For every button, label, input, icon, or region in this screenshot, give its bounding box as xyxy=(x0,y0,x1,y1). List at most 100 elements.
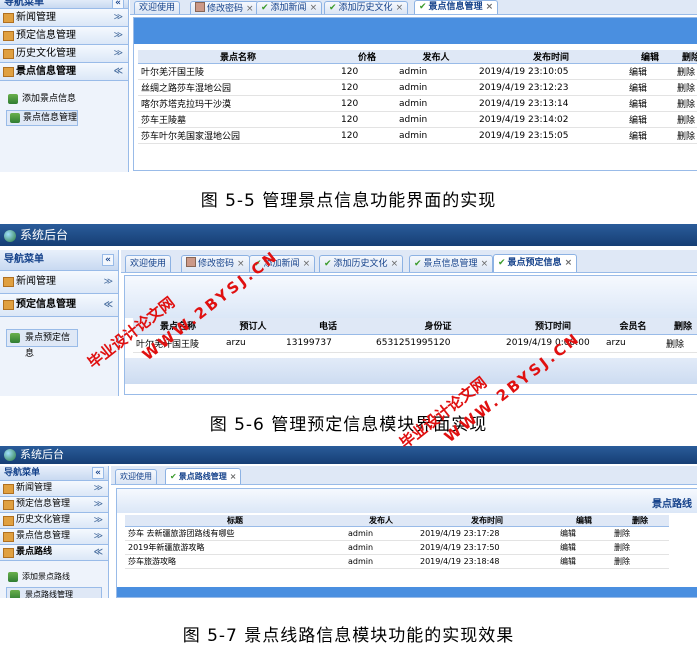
edit-link[interactable]: 编辑 xyxy=(626,111,674,128)
folder-icon xyxy=(3,48,14,59)
tab-welcome[interactable]: 欢迎使用 xyxy=(134,1,181,14)
col-header[interactable]: 景点名称 xyxy=(133,318,223,335)
tab-add-news[interactable]: ✔ 添加新闻 × xyxy=(249,255,316,272)
delete-link[interactable]: 删除 xyxy=(611,554,669,569)
table-row: 莎车叶尔羌国家湿地公园 120 admin 2019/4/19 23:15:05 编辑删… xyxy=(138,127,697,144)
tab-bar: 欢迎使用 修改密码 × ✔ 添加新闻 × ✔ 添加历史文化 × ✔ 景点信息管理 × ✔ 景点预… xyxy=(121,250,697,273)
close-icon[interactable]: × xyxy=(396,3,404,13)
col-header[interactable]: 删除 xyxy=(663,318,697,335)
delete-link[interactable]: 删除 xyxy=(611,526,669,541)
close-icon[interactable]: × xyxy=(303,259,311,269)
edit-link[interactable]: 编辑 xyxy=(626,79,674,96)
col-header[interactable]: 删除 xyxy=(611,515,669,527)
sidebar-item-routes[interactable]: 景点路线 ≪ xyxy=(0,545,108,561)
col-header[interactable]: 发布时间 xyxy=(476,50,626,64)
tab-spot-manage[interactable]: ✔ 景点信息管理 × xyxy=(409,255,494,272)
col-header[interactable]: 发布时间 xyxy=(417,515,557,527)
close-icon[interactable]: × xyxy=(486,2,494,12)
sidebar-item-spots[interactable]: 景点信息管理 ≪ xyxy=(0,63,128,81)
edit-link[interactable]: 编辑 xyxy=(626,127,674,144)
col-header[interactable]: 预订人 xyxy=(223,318,283,335)
col-header[interactable]: 发布人 xyxy=(396,50,476,64)
chevron-down-icon: ≫ xyxy=(113,12,123,22)
col-header[interactable]: 编辑 xyxy=(626,50,674,64)
panel-band xyxy=(125,276,697,318)
col-header[interactable]: 编辑 xyxy=(557,515,611,527)
tab-add-history[interactable]: ✔ 添加历史文化 × xyxy=(319,255,404,272)
tab-spot-manage[interactable]: ✔ 景点信息管理 × xyxy=(414,0,499,14)
sidebar-item-news[interactable]: 新闻管理 ≫ xyxy=(0,9,128,27)
edit-link[interactable]: 编辑 xyxy=(557,526,611,541)
close-icon[interactable]: × xyxy=(310,3,318,13)
edit-link[interactable]: 编辑 xyxy=(557,554,611,569)
close-icon[interactable]: × xyxy=(230,472,237,481)
tab-change-password[interactable]: 修改密码 × xyxy=(190,1,259,14)
sub-item-add-spot[interactable]: 添加景点信息 xyxy=(0,91,128,107)
sidebar-item-booking[interactable]: 预定信息管理 ≫ xyxy=(0,497,108,513)
tab-change-password[interactable]: 修改密码 × xyxy=(181,255,250,272)
close-icon[interactable]: × xyxy=(481,259,489,269)
sub-item-manage-spot[interactable]: 景点信息管理 xyxy=(6,110,78,126)
col-header[interactable]: 预订时间 xyxy=(503,318,603,335)
sidebar: 导航菜单 « 新闻管理 ≫ 预定信息管理 ≪ 景点预定信息 xyxy=(0,250,119,396)
grid-icon xyxy=(186,257,196,267)
sidebar-item-booking[interactable]: 预定信息管理 ≫ xyxy=(0,27,128,45)
col-header[interactable]: 标题 xyxy=(125,515,345,527)
sidebar-item-label: 预定信息管理 xyxy=(16,30,76,41)
tab-add-news[interactable]: ✔ 添加新闻 × xyxy=(256,1,323,14)
sidebar-item-news[interactable]: 新闻管理 ≫ xyxy=(0,271,118,294)
sidebar-item-news[interactable]: 新闻管理 ≫ xyxy=(0,481,108,497)
tab-add-history[interactable]: ✔ 添加历史文化 × xyxy=(324,1,409,14)
folder-icon xyxy=(3,531,14,542)
tab-welcome[interactable]: 欢迎使用 xyxy=(115,469,157,484)
col-header[interactable]: 身份证 xyxy=(373,318,503,335)
edit-link[interactable]: 编辑 xyxy=(626,95,674,112)
collapse-icon[interactable]: « xyxy=(112,0,124,9)
sidebar-item-label: 景点信息管理 xyxy=(16,531,71,541)
col-header[interactable]: 会员名 xyxy=(603,318,663,335)
grid-icon xyxy=(195,2,205,12)
nav-header: 导航菜单 « xyxy=(0,250,118,271)
nav-header-label: 导航菜单 xyxy=(4,0,44,8)
collapse-icon[interactable]: « xyxy=(102,254,114,266)
table-row: 叶尔羌汗国王陵 120 admin 2019/4/19 23:10:05 编辑 删除 xyxy=(138,63,697,80)
delete-link[interactable]: 删除 xyxy=(674,63,697,80)
col-header[interactable]: 景点名称 xyxy=(138,50,338,64)
delete-link[interactable]: 删除 xyxy=(611,540,669,555)
tab-booking-info[interactable]: ✔ 景点预定信息 × xyxy=(493,254,578,272)
sub-item-manage-route[interactable]: 景点路线管理 xyxy=(6,587,102,598)
col-header[interactable]: 发布人 xyxy=(345,515,417,527)
col-header[interactable]: 电话 xyxy=(283,318,373,335)
sidebar-item-booking[interactable]: 预定信息管理 ≪ xyxy=(0,294,118,317)
delete-link[interactable]: 删除 xyxy=(674,95,697,112)
delete-link[interactable]: 删除 xyxy=(674,127,697,144)
delete-link[interactable]: 删除 xyxy=(674,79,697,96)
tab-welcome[interactable]: 欢迎使用 xyxy=(125,255,172,272)
close-icon[interactable]: × xyxy=(565,258,573,268)
close-icon[interactable]: × xyxy=(391,259,399,269)
delete-link[interactable]: 删除 xyxy=(663,334,697,353)
sub-item-add-route[interactable]: 添加景点路线 xyxy=(0,569,108,584)
sidebar-item-spots[interactable]: 景点信息管理 ≫ xyxy=(0,529,108,545)
panel-title: 景点路线 xyxy=(652,499,692,510)
sidebar-item-history[interactable]: 历史文化管理 ≫ xyxy=(0,45,128,63)
app-title: 系统后台 xyxy=(20,448,64,461)
sidebar: 导航菜单 « 新闻管理 ≫ 预定信息管理 ≫ 历史文化管理 ≫ 景点信息管理 ≪ 添加景… xyxy=(0,0,129,172)
tab-route-manage[interactable]: ✔ 景点路线管理 × xyxy=(165,468,242,484)
check-icon: ✔ xyxy=(419,2,427,12)
close-icon[interactable]: × xyxy=(237,259,245,269)
sub-item-booking-info[interactable]: 景点预定信息 xyxy=(6,329,78,359)
edit-link[interactable]: 编辑 xyxy=(626,63,674,80)
delete-link[interactable]: 删除 xyxy=(674,111,697,128)
collapse-icon[interactable]: « xyxy=(92,467,104,479)
close-icon[interactable]: × xyxy=(246,4,254,14)
col-header[interactable]: 价格 xyxy=(338,50,396,64)
check-icon: ✔ xyxy=(414,259,422,269)
nav-header: 导航菜单 « xyxy=(0,466,108,481)
table-row: 2019年新疆旅游攻略 admin 2019/4/19 23:17:50 编辑 删除 xyxy=(125,540,669,555)
col-header[interactable]: 删除 xyxy=(674,50,697,64)
edit-link[interactable]: 编辑 xyxy=(557,540,611,555)
sidebar: 导航菜单 « 新闻管理 ≫ 预定信息管理 ≫ 历史文化管理 ≫ 景点信息管理 ≫ 景点路… xyxy=(0,466,109,598)
sidebar-item-history[interactable]: 历史文化管理 ≫ xyxy=(0,513,108,529)
user-icon xyxy=(8,94,18,104)
